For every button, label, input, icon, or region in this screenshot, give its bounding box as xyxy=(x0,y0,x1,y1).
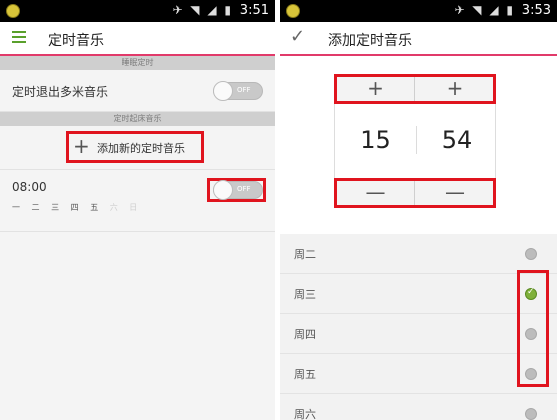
add-alarm-button[interactable]: + 添加新的定时音乐 xyxy=(66,131,204,163)
quit-timer-toggle[interactable]: OFF xyxy=(213,81,263,101)
toggle-knob xyxy=(213,81,233,101)
picker-values: 15 54 xyxy=(334,104,496,178)
toggle-state: OFF xyxy=(237,185,251,193)
sleep-section-header: 睡眠定时 xyxy=(0,56,275,70)
day-fri: 五 xyxy=(90,203,99,212)
minute-value[interactable]: 54 xyxy=(416,126,497,154)
right-screen: ✈ ◥ ◢ ▮ 3:53 ✓ 添加定时音乐 + + 15 54 — — 周二 周… xyxy=(280,0,557,420)
check-icon[interactable]: ✓ xyxy=(290,26,305,47)
status-bar: ✈ ◥ ◢ ▮ 3:53 xyxy=(280,0,557,22)
day-label: 周三 xyxy=(294,288,316,301)
day-label: 周四 xyxy=(294,328,316,341)
status-bar: ✈ ◥ ◢ ▮ 3:51 xyxy=(0,0,275,22)
day-radio[interactable] xyxy=(525,248,537,260)
day-row-sat[interactable]: 周六 xyxy=(280,394,557,420)
hour-value[interactable]: 15 xyxy=(335,126,416,154)
day-mon: 一 xyxy=(12,203,20,212)
app-notification-icon xyxy=(286,4,300,18)
day-radio[interactable] xyxy=(525,408,537,420)
hour-decrement-button[interactable]: — xyxy=(337,181,415,205)
alarm-days: 一 二 三 四 五 六 日 xyxy=(12,202,146,213)
alarm-section-header: 定时起床音乐 xyxy=(0,112,275,126)
action-bar: 定时音乐 xyxy=(0,22,275,56)
day-thu: 四 xyxy=(70,203,79,212)
toggle-knob xyxy=(213,180,233,200)
minute-decrement-button[interactable]: — xyxy=(416,181,494,205)
day-sun: 日 xyxy=(129,203,138,212)
left-screen: ✈ ◥ ◢ ▮ 3:51 定时音乐 睡眠定时 定时退出多米音乐 OFF 定时起床… xyxy=(0,0,275,420)
alarm-time: 08:00 xyxy=(12,180,47,194)
menu-icon[interactable] xyxy=(12,31,26,43)
day-label: 周二 xyxy=(294,248,316,261)
day-label: 周六 xyxy=(294,408,316,420)
days-highlight-box xyxy=(517,270,549,387)
day-row-wed[interactable]: 周三 xyxy=(280,274,557,314)
add-alarm-row: + 添加新的定时音乐 xyxy=(0,126,275,170)
time-picker-area: + + 15 54 — — xyxy=(280,56,557,234)
repeat-days-list: 周二 周三 周四 周五 周六 xyxy=(280,234,557,420)
toggle-state: OFF xyxy=(237,86,251,94)
alarm-item[interactable]: 08:00 一 二 三 四 五 六 日 OFF xyxy=(0,170,275,232)
app-notification-icon xyxy=(6,4,20,18)
quit-timer-row[interactable]: 定时退出多米音乐 OFF xyxy=(0,70,275,112)
status-time: 3:53 xyxy=(521,3,551,18)
increment-row: + + xyxy=(334,74,496,104)
alarm-toggle[interactable]: OFF xyxy=(213,180,263,200)
time-picker: + + 15 54 — — xyxy=(334,74,496,208)
action-bar: ✓ 添加定时音乐 xyxy=(280,22,557,56)
minute-increment-button[interactable]: + xyxy=(416,77,494,101)
page-title: 定时音乐 xyxy=(48,33,104,49)
alarm-toggle-highlight: OFF xyxy=(207,178,266,202)
add-alarm-label: 添加新的定时音乐 xyxy=(97,142,185,155)
day-wed: 三 xyxy=(51,203,60,212)
plus-icon: + xyxy=(73,134,90,158)
status-icons: ✈ ◥ ◢ ▮ xyxy=(172,3,233,17)
status-icons: ✈ ◥ ◢ ▮ xyxy=(454,3,515,17)
day-row-fri[interactable]: 周五 xyxy=(280,354,557,394)
hour-increment-button[interactable]: + xyxy=(337,77,415,101)
decrement-row: — — xyxy=(334,178,496,208)
page-title: 添加定时音乐 xyxy=(328,33,412,49)
day-tue: 二 xyxy=(31,203,40,212)
day-row-thu[interactable]: 周四 xyxy=(280,314,557,354)
day-sat: 六 xyxy=(109,203,118,212)
status-time: 3:51 xyxy=(239,3,269,18)
day-label: 周五 xyxy=(294,368,316,381)
quit-timer-label: 定时退出多米音乐 xyxy=(12,85,109,99)
day-row-tue[interactable]: 周二 xyxy=(280,234,557,274)
